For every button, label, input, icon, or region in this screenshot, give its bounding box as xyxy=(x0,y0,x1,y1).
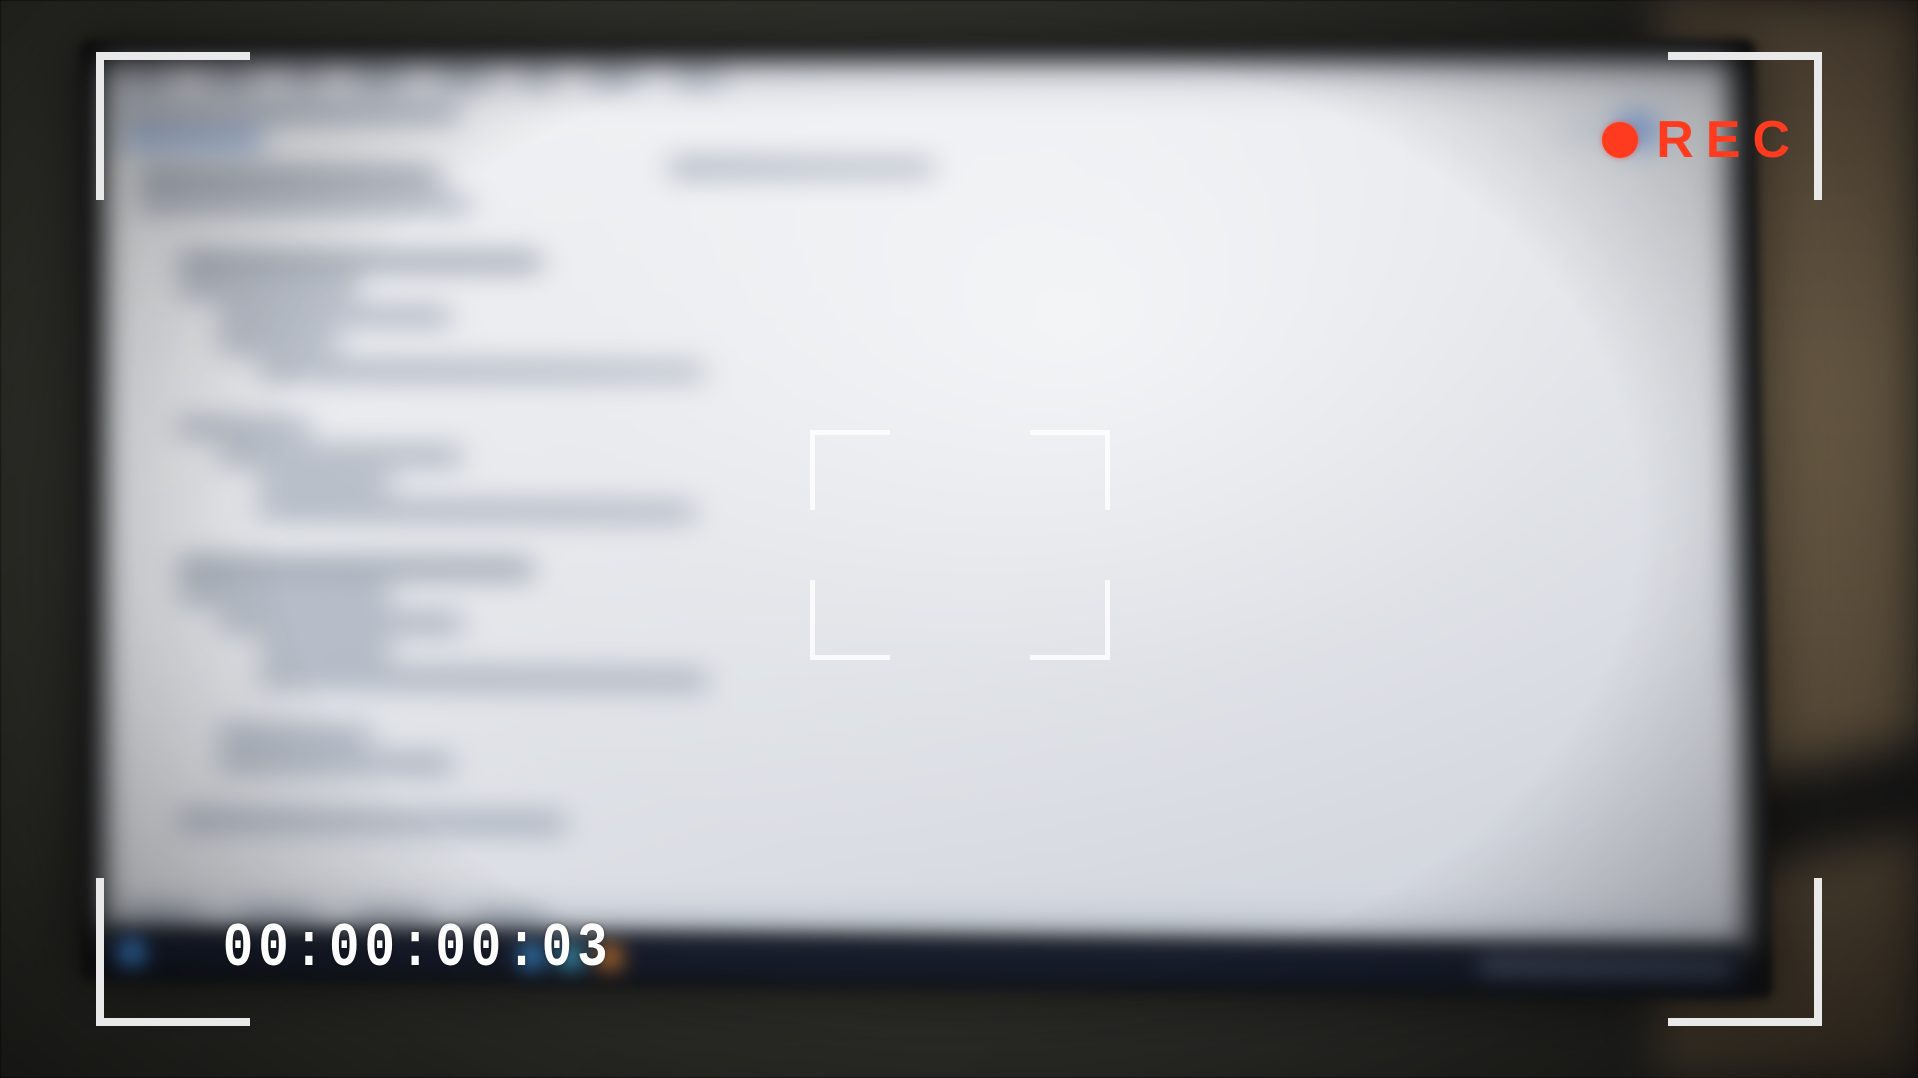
taskbar-icon xyxy=(559,946,582,969)
system-tray xyxy=(1480,958,1732,977)
code-line xyxy=(219,615,462,630)
code-line xyxy=(260,643,392,657)
ide-code-column xyxy=(138,170,770,846)
code-line xyxy=(219,309,451,323)
laptop-screen xyxy=(104,61,1746,948)
ide-blue-link xyxy=(122,134,263,146)
code-line xyxy=(138,197,470,211)
code-line xyxy=(138,782,769,818)
menubar-item xyxy=(440,74,489,84)
code-line xyxy=(138,390,766,423)
menubar-item xyxy=(291,74,319,84)
laptop xyxy=(80,39,1773,999)
statusbar-item xyxy=(357,913,428,923)
taskbar-icon xyxy=(521,945,544,968)
ide-title-line xyxy=(118,106,460,120)
menubar-item xyxy=(675,74,724,84)
start-button-icon xyxy=(118,939,144,966)
code-line xyxy=(219,448,462,462)
code-line xyxy=(219,755,452,770)
statusbar-item xyxy=(474,914,545,924)
code-line xyxy=(138,224,765,255)
code-line xyxy=(178,282,359,296)
menubar-item xyxy=(589,74,638,84)
ide-toggle xyxy=(1554,116,1690,145)
menubar-item xyxy=(206,74,254,84)
menubar-item xyxy=(525,74,553,84)
taskbar-icon xyxy=(598,946,621,969)
scene-background xyxy=(0,0,1918,1078)
code-line xyxy=(260,670,708,687)
code-line xyxy=(138,697,768,733)
statusbar-item xyxy=(126,910,197,920)
code-line xyxy=(219,728,371,742)
ide-center-text xyxy=(669,161,934,175)
code-line xyxy=(219,336,340,349)
code-line xyxy=(178,255,541,269)
ide-menubar xyxy=(104,61,1731,96)
menubar-item xyxy=(355,74,403,84)
statusbar-item xyxy=(242,912,313,922)
code-line xyxy=(138,170,440,183)
code-line xyxy=(138,530,767,564)
code-line xyxy=(178,421,309,435)
code-line xyxy=(259,503,696,519)
code-line xyxy=(259,364,705,379)
code-line xyxy=(179,588,391,603)
code-line xyxy=(179,813,565,830)
code-line xyxy=(259,476,390,490)
menubar-item xyxy=(122,74,170,84)
code-line xyxy=(179,560,533,575)
